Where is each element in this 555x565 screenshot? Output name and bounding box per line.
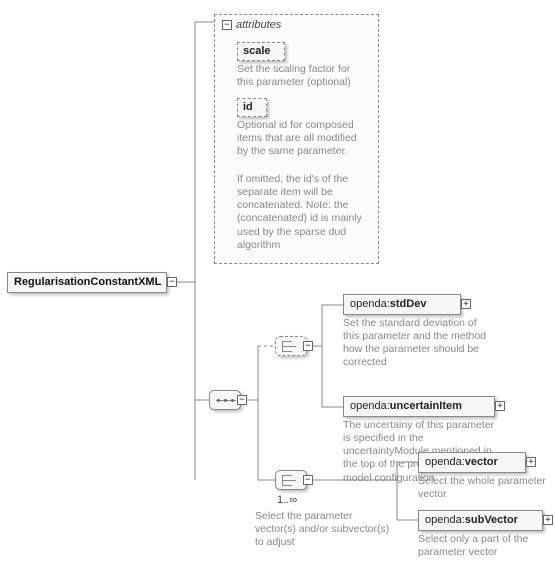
vector-desc: Select the whole parameter vector [418, 475, 548, 501]
uncertainitem-box: openda:uncertainItem [343, 396, 495, 417]
plus-icon: + [526, 457, 536, 467]
stddev-prefix: openda: [350, 298, 390, 310]
minus-icon: − [303, 341, 313, 351]
minus-icon: − [237, 395, 247, 405]
multiplicity-desc: Select the parameter vector(s) and/or su… [255, 510, 393, 549]
attr-id-desc2: If omitted, the id's of the separate ite… [237, 173, 369, 252]
stddev-box: openda:stdDev [343, 294, 461, 315]
uncertainitem-name: uncertainItem [390, 400, 462, 412]
attr-id-label: id [243, 101, 253, 113]
vector-box: openda:vector [418, 452, 526, 473]
attr-id-box: id [237, 98, 267, 117]
root-element-label: RegularisationConstantXML [14, 276, 161, 288]
minus-icon: − [222, 20, 232, 30]
plus-icon: + [461, 299, 471, 309]
root-element-box: RegularisationConstantXML [7, 272, 167, 293]
plus-icon: + [495, 401, 505, 411]
plus-icon: + [543, 515, 553, 525]
attributes-header: attributes [236, 19, 281, 31]
multiplicity-label: 1..∞ [277, 494, 297, 506]
uncertainitem-prefix: openda: [350, 400, 390, 412]
attr-scale-box: scale [237, 42, 285, 61]
stddev-desc: Set the standard deviation of this param… [343, 317, 488, 370]
attr-id-desc1: Optional id for composed items that are … [237, 119, 369, 158]
stddev-name: stdDev [390, 298, 427, 310]
subvector-box: openda:subVector [418, 510, 543, 531]
minus-icon: − [167, 277, 177, 287]
vector-prefix: openda: [425, 456, 465, 468]
vector-name: vector [465, 456, 498, 468]
subvector-prefix: openda: [425, 514, 465, 526]
subvector-desc: Select only a part of the parameter vect… [418, 533, 548, 559]
attr-scale-desc: Set the scaling factor for this paramete… [237, 63, 369, 89]
subvector-name: subVector [465, 514, 518, 526]
attr-scale-label: scale [243, 45, 271, 57]
minus-icon: − [303, 475, 313, 485]
